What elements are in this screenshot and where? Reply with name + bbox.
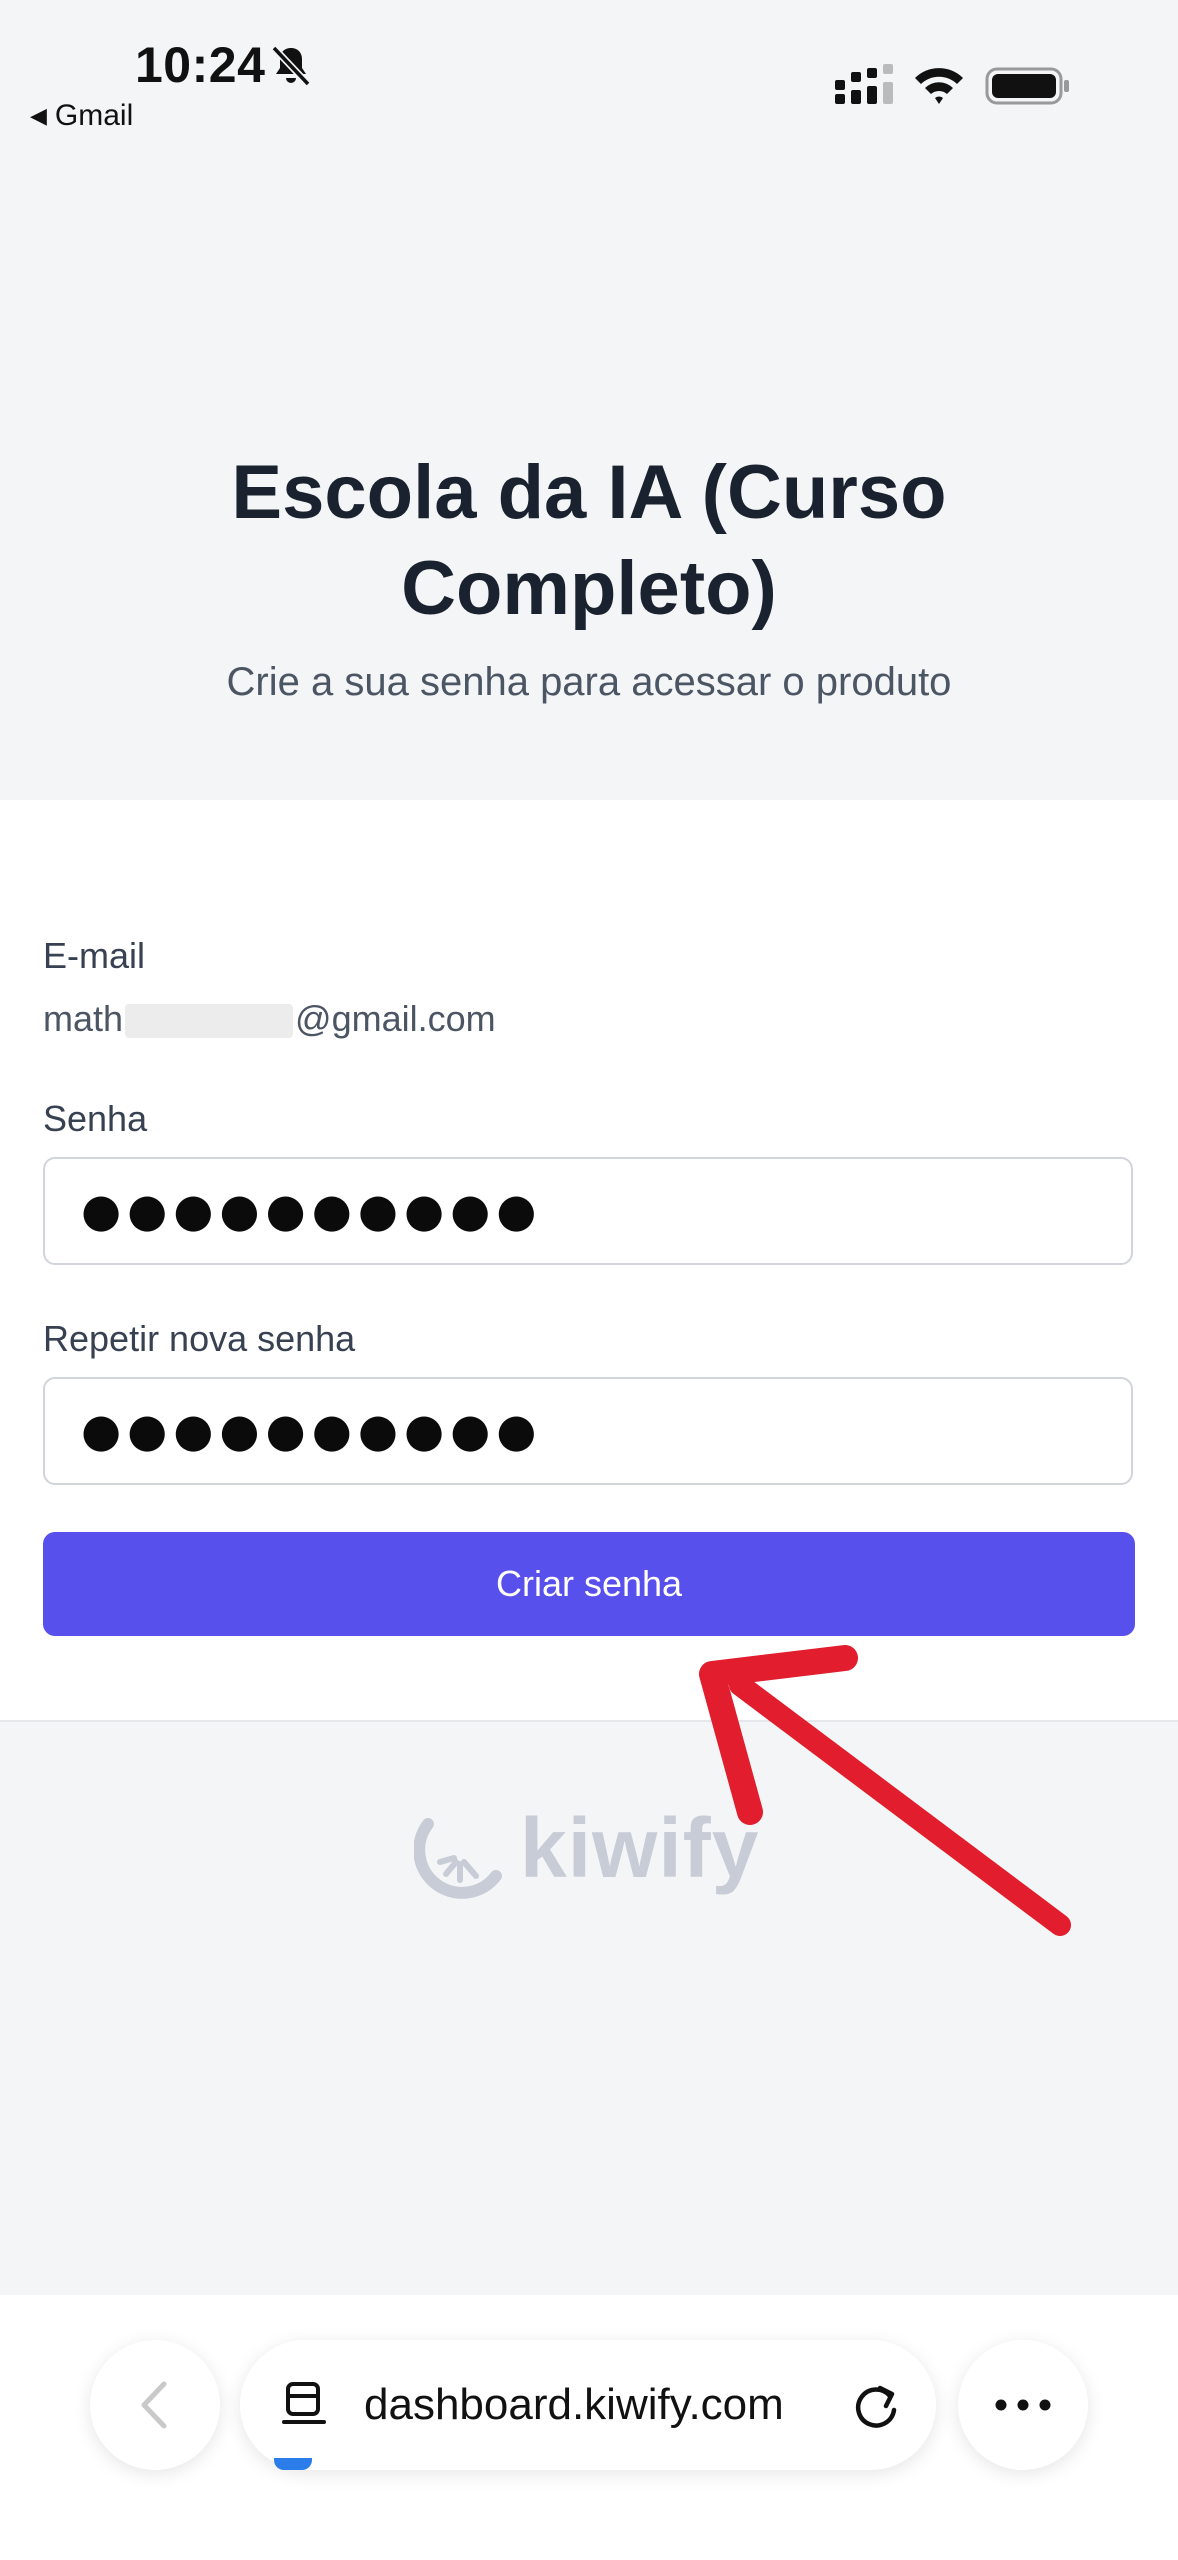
kiwify-logo-mark-icon: [414, 1818, 502, 1899]
back-to-gmail-link[interactable]: ◀ Gmail: [30, 99, 133, 133]
password-field[interactable]: ●●●●●●●●●●: [43, 1157, 1133, 1265]
load-progress-indicator: [274, 2458, 312, 2470]
more-dots-icon: [995, 2399, 1051, 2411]
bell-slash-icon: [271, 45, 311, 87]
address-url: dashboard.kiwify.com: [364, 2380, 784, 2429]
status-time: 10:24: [135, 37, 266, 93]
page-title: Escola da IA (Curso Completo): [0, 445, 1178, 637]
page-title-line1: Escola da IA (Curso: [231, 450, 947, 535]
signal-icon: [835, 64, 893, 104]
email-prefix: math: [43, 998, 124, 1039]
email-redaction: [125, 1004, 294, 1039]
red-arrow-annotation: [699, 1645, 1071, 1936]
email-suffix: @gmail.com: [295, 998, 496, 1039]
page-title-line2: Completo): [401, 546, 777, 631]
create-password-button[interactable]: Criar senha: [43, 1532, 1135, 1636]
back-app-label: Gmail: [54, 99, 134, 132]
repeat-password-label: Repetir nova senha: [43, 1318, 356, 1359]
password-dots: ●●●●●●●●●●: [81, 1183, 543, 1237]
email-value: math @gmail.com: [43, 998, 496, 1040]
address-bar[interactable]: dashboard.kiwify.com: [240, 2340, 936, 2470]
reload-icon[interactable]: [850, 2380, 902, 2432]
wifi-icon: [915, 68, 963, 104]
status-bar: 10:24 ◀ Gmail: [0, 0, 1178, 150]
battery-icon: [985, 67, 1069, 105]
repeat-password-field[interactable]: ●●●●●●●●●●: [43, 1377, 1133, 1485]
more-options-button[interactable]: [958, 2340, 1088, 2470]
email-label: E-mail: [43, 935, 146, 976]
browser-back-button[interactable]: [90, 2340, 220, 2470]
back-triangle-icon: ◀: [30, 103, 47, 128]
chevron-left-icon: [141, 2381, 167, 2429]
page-menu-icon: [282, 2382, 326, 2424]
page-subtitle: Crie a sua senha para acessar o produto: [226, 660, 952, 704]
password-label: Senha: [43, 1098, 148, 1139]
repeat-password-dots: ●●●●●●●●●●: [81, 1403, 543, 1457]
